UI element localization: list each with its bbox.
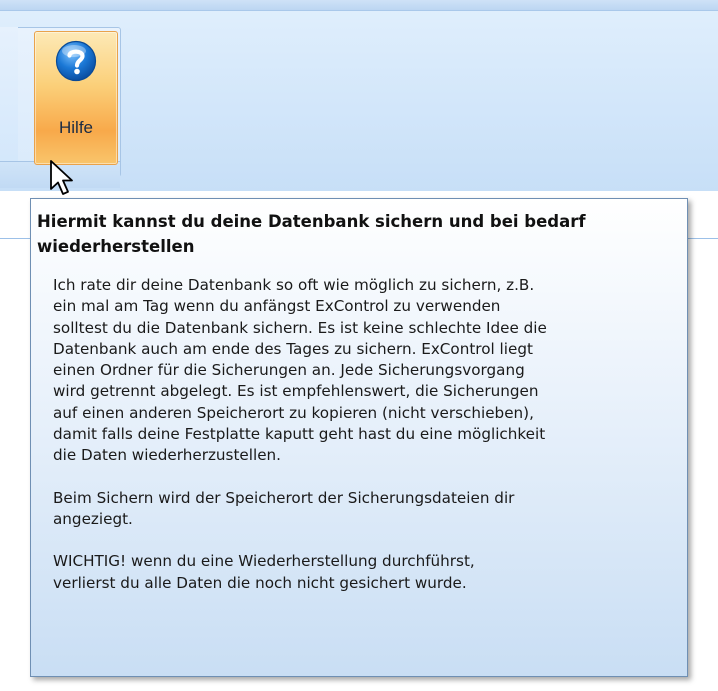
ribbon-group-edge bbox=[0, 27, 19, 167]
tooltip-paragraph-2: Beim Sichern wird der Speicherort der Si… bbox=[53, 488, 515, 528]
tooltip-paragraph-1: Ich rate dir deine Datenbank so oft wie … bbox=[53, 276, 547, 465]
help-tooltip: Hiermit kannst du deine Datenbank sicher… bbox=[30, 198, 688, 677]
tooltip-body: Ich rate dir deine Datenbank so oft wie … bbox=[53, 275, 685, 615]
tooltip-title: Hiermit kannst du deine Datenbank sicher… bbox=[37, 212, 586, 256]
help-button[interactable]: Hilfe bbox=[34, 31, 118, 165]
window-top-strip bbox=[0, 0, 718, 10]
mouse-cursor-icon bbox=[50, 160, 73, 195]
tooltip-paragraph-3: WICHTIG! wenn du eine Wiederherstellung … bbox=[53, 552, 475, 592]
help-button-label: Hilfe bbox=[58, 118, 93, 137]
ribbon-bar: Hilfe bbox=[0, 10, 718, 195]
question-mark-icon bbox=[55, 40, 97, 82]
